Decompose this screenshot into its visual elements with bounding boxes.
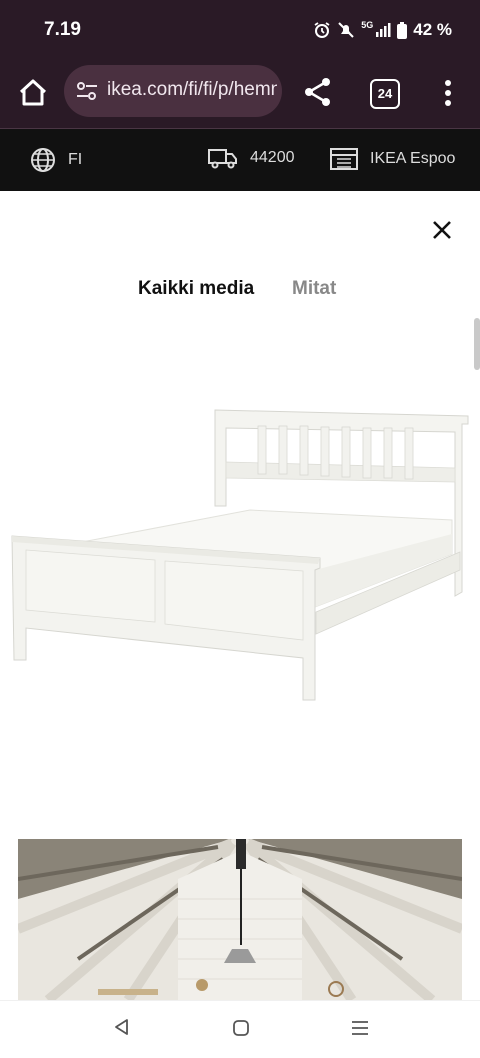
tabs-icon[interactable]: 24 [370,79,400,109]
delivery-postal-code[interactable]: 44200 [208,147,295,169]
media-modal: Kaikki media Mitat [0,192,480,1000]
battery-icon [397,21,408,39]
share-icon[interactable] [302,76,334,108]
site-settings-icon[interactable] [76,80,98,102]
store-selector[interactable]: IKEA Espoo [330,147,455,171]
ikea-info-bar: FI 44200 IKEA Espoo [0,129,480,191]
globe-icon [31,148,55,172]
back-icon[interactable] [113,1018,131,1036]
store-label: IKEA Espoo [370,150,456,167]
truck-icon [208,149,237,169]
tab-dimensions[interactable]: Mitat [292,278,336,300]
browser-toolbar: ikea.com/fi/fi/p/hemnes 24 [0,60,480,129]
signal-icon [376,23,391,37]
bedroom-room-photo[interactable] [18,839,462,1000]
network-label: 5G [361,20,374,30]
language-label: FI [68,151,83,168]
status-time: 7.19 [44,19,81,40]
alarm-icon [314,22,330,38]
mute-icon [338,22,354,38]
more-menu-icon[interactable] [438,78,458,108]
scrollbar-thumb[interactable] [474,318,480,370]
battery-percent: 42 % [413,20,452,39]
bed-product-image[interactable] [0,402,480,722]
tab-all-media[interactable]: Kaikki media [138,278,254,300]
home-icon[interactable] [16,76,50,110]
status-icons: 5G 42 % [313,20,452,40]
language-selector[interactable]: FI [30,147,82,173]
system-nav-bar [0,1000,480,1058]
url-text[interactable]: ikea.com/fi/fi/p/hemnes [107,79,277,101]
close-icon[interactable] [426,214,458,246]
postal-code-label: 44200 [250,149,295,166]
status-bar: 7.19 5G 42 % [0,0,480,60]
nav-home-icon[interactable] [232,1019,250,1037]
recent-apps-icon[interactable] [351,1019,369,1037]
store-icon [330,148,358,170]
address-bar[interactable]: ikea.com/fi/fi/p/hemnes [64,65,282,117]
